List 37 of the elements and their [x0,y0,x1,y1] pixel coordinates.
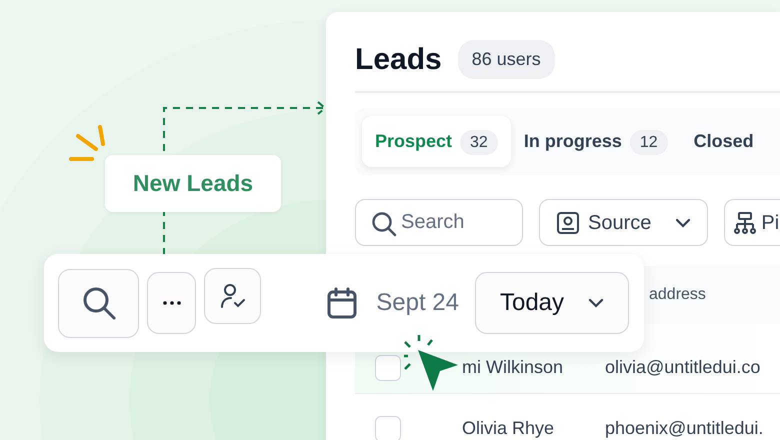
tab-label: Closed [694,131,754,151]
search-field[interactable]: Search [355,199,523,246]
search-button[interactable] [58,268,139,338]
tab[interactable]: Prospect 32 [362,116,511,167]
search-icon [80,285,116,321]
user-count-badge: 86 users [458,40,555,79]
leads-title: Leads [355,44,442,74]
calendar-icon [327,287,358,319]
date-range-dropdown[interactable]: Today [475,272,629,334]
tab-label: In progress [524,131,622,151]
search-icon [371,211,397,237]
name-cell-text: mi Wilkinson [462,356,564,379]
more-button[interactable] [147,272,196,334]
chevron-down-icon [588,298,604,308]
tab-count: 12 [630,130,668,155]
cursor-icon [404,333,458,393]
user-check-icon [220,283,246,309]
tab[interactable]: In progress 12 [510,116,681,167]
tab[interactable]: Closed [680,116,767,167]
contact-card-icon [556,210,580,234]
date-text: Sept 24 [376,288,459,318]
chevron-down-icon [675,218,692,228]
row-checkbox[interactable] [375,416,401,440]
sparkle-icon [68,124,106,164]
name-cell-text: Olivia Rhye [462,417,556,440]
more-icon [162,301,180,305]
email-cell-text: phoenix@untitledui. [605,417,764,440]
assign-user-button[interactable] [204,268,261,324]
hierarchy-icon [733,210,758,234]
filter-dropdown[interactable]: Pi [724,199,780,246]
email-cell-text: olivia@untitledui.co [605,356,760,379]
tab-count: 32 [460,130,498,155]
filter-dropdown[interactable]: Source [539,199,708,246]
column-header: address [648,285,706,305]
row-checkbox[interactable] [375,354,401,380]
new-leads-label: New Leads [105,155,281,212]
tab-label: Prospect [375,131,452,151]
